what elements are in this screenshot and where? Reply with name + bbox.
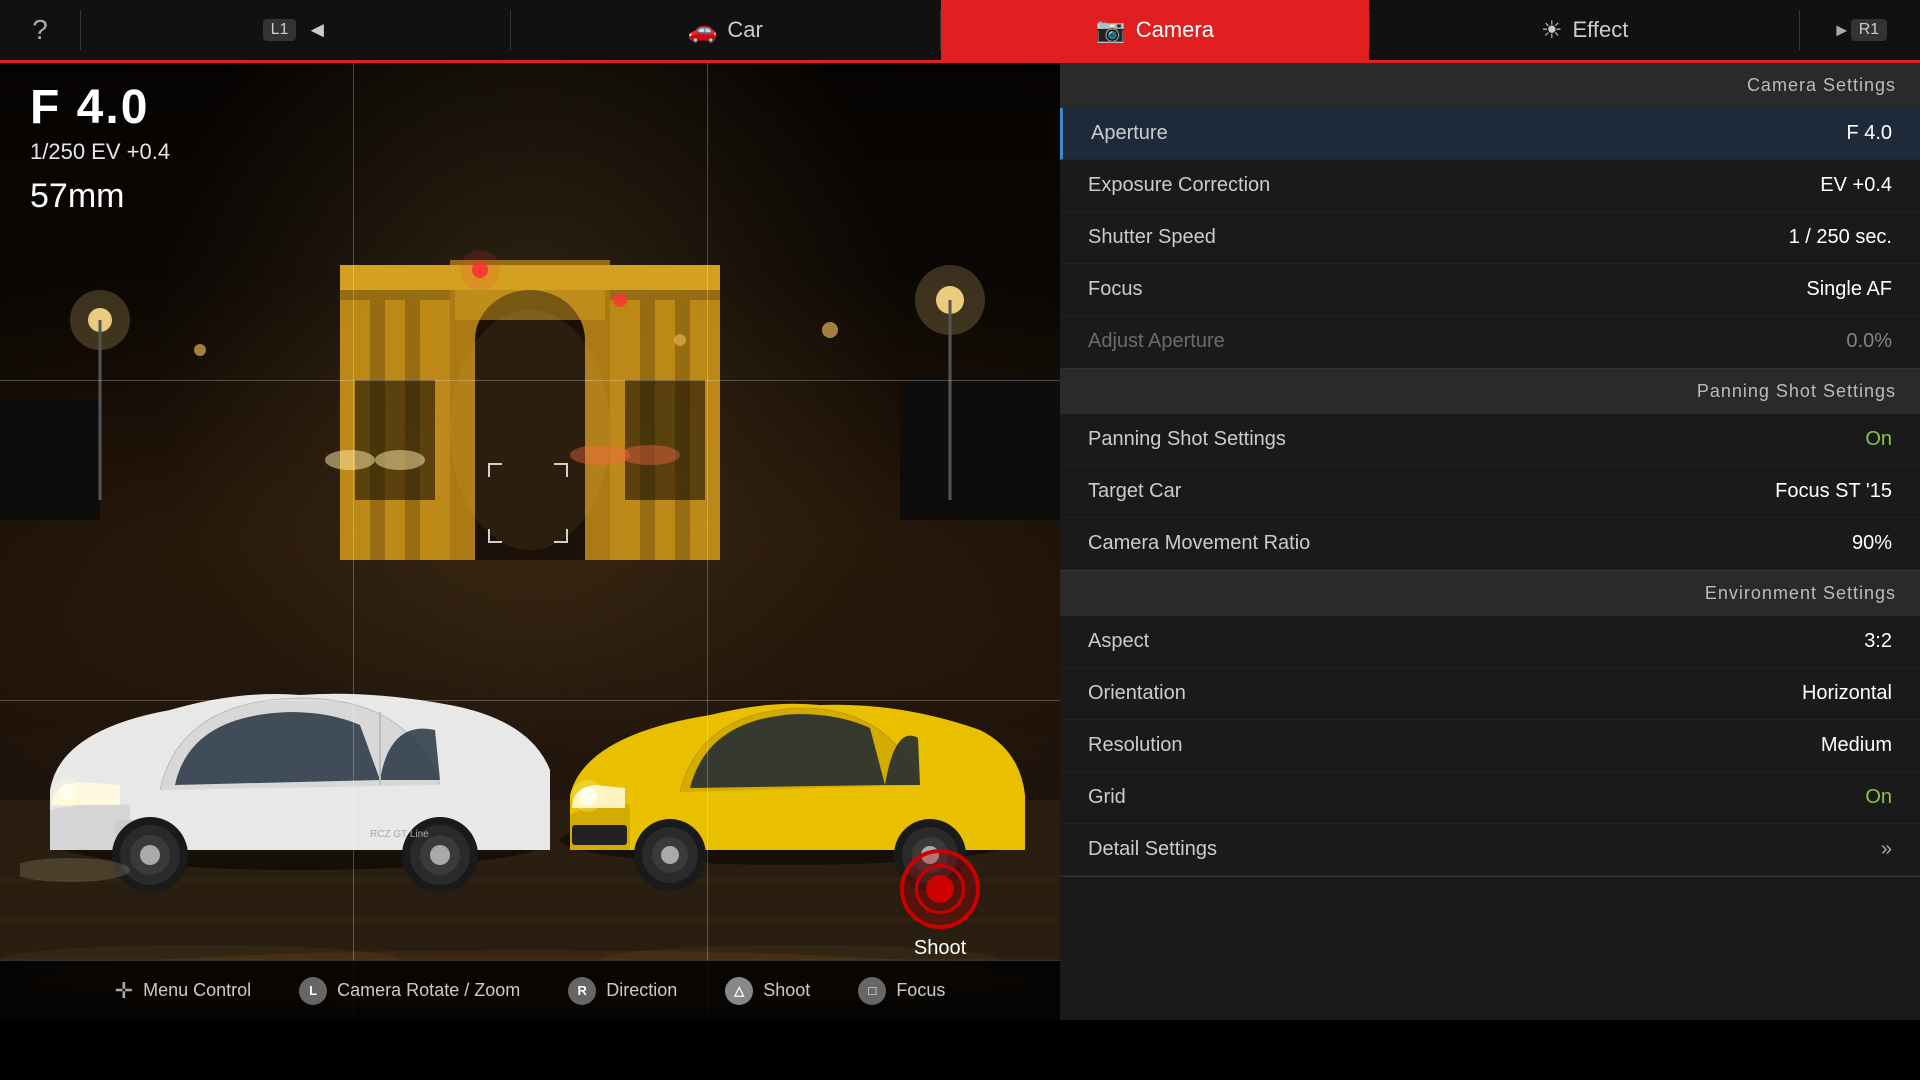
- help-icon: ?: [32, 14, 48, 46]
- panning-shot-row-label: Panning Shot Settings: [1088, 428, 1286, 451]
- aspect-row-label: Aspect: [1088, 630, 1149, 653]
- nav-item-effect[interactable]: ☀ Effect: [1370, 0, 1799, 60]
- bottom-item-direction: R Direction: [568, 977, 677, 1005]
- right-settings-panel: Camera Settings Aperture F 4.0 Exposure …: [1060, 60, 1920, 1020]
- shutter-speed-row-label: Shutter Speed: [1088, 226, 1216, 249]
- nav-item-car[interactable]: 🚗 Car: [511, 0, 940, 60]
- target-car-row[interactable]: Target Car Focus ST '15: [1060, 466, 1920, 518]
- aperture-row-label: Aperture: [1091, 122, 1168, 145]
- orientation-row-value: Horizontal: [1802, 682, 1892, 705]
- resolution-row-label: Resolution: [1088, 734, 1183, 757]
- orientation-row-label: Orientation: [1088, 682, 1186, 705]
- nav-item-camera[interactable]: 📷 Camera: [941, 0, 1370, 60]
- shoot-label: Shoot: [914, 937, 966, 960]
- bottom-item-menu-control: ✛ Menu Control: [115, 978, 252, 1004]
- adjust-aperture-row: Adjust Aperture 0.0%: [1060, 316, 1920, 368]
- l1-arrow-icon: ◄: [306, 17, 328, 43]
- l1-badge: L1: [263, 19, 297, 41]
- shoot-bottom-label: Shoot: [763, 980, 810, 1001]
- grid-row-value: On: [1865, 786, 1892, 809]
- adjust-aperture-row-value: 0.0%: [1846, 330, 1892, 353]
- white-car: RCZ GT Line: [20, 630, 580, 930]
- r1-arrow-icon: ►: [1833, 20, 1851, 41]
- focus-row-value: Single AF: [1806, 278, 1892, 301]
- grid-row[interactable]: Grid On: [1060, 772, 1920, 824]
- detail-settings-row[interactable]: Detail Settings »: [1060, 824, 1920, 876]
- shoot-button-inner: [915, 864, 965, 914]
- top-accent-line: [0, 60, 1920, 63]
- menu-control-label: Menu Control: [143, 980, 251, 1001]
- top-navigation: ? L1 ◄ 🚗 Car 📷 Camera ☀ Effect ► R1: [0, 0, 1920, 60]
- shutter-speed-row[interactable]: Shutter Speed 1 / 250 sec.: [1060, 212, 1920, 264]
- focus-label: Focus: [896, 980, 945, 1001]
- focus-row-label: Focus: [1088, 278, 1142, 301]
- nav-camera-label: Camera: [1136, 17, 1214, 43]
- svg-text:RCZ GT Line: RCZ GT Line: [370, 829, 429, 840]
- camera-movement-row-label: Camera Movement Ratio: [1088, 532, 1310, 555]
- adjust-aperture-row-label: Adjust Aperture: [1088, 330, 1225, 353]
- camera-rotate-label: Camera Rotate / Zoom: [337, 980, 520, 1001]
- aperture-row-value: F 4.0: [1846, 122, 1892, 145]
- detail-settings-row-label: Detail Settings: [1088, 838, 1217, 861]
- shutter-speed-row-value: 1 / 250 sec.: [1789, 226, 1892, 249]
- square-badge: □: [858, 977, 886, 1005]
- exposure-row[interactable]: Exposure Correction EV +0.4: [1060, 160, 1920, 212]
- environment-settings-section: Environment Settings Aspect 3:2 Orientat…: [1060, 571, 1920, 877]
- exposure-row-label: Exposure Correction: [1088, 174, 1270, 197]
- bottom-item-shoot: △ Shoot: [725, 977, 810, 1005]
- dpad-icon: ✛: [115, 978, 133, 1004]
- car-icon: 🚗: [687, 16, 717, 45]
- nav-car-label: Car: [727, 17, 762, 43]
- r-badge: R: [568, 977, 596, 1005]
- r1-badge: R1: [1851, 19, 1887, 41]
- detail-settings-arrow: »: [1881, 838, 1892, 861]
- shutter-ev-display: 1/250 EV +0.4: [30, 139, 170, 165]
- shoot-button[interactable]: [900, 849, 980, 929]
- camera-settings-header: Camera Settings: [1060, 63, 1920, 108]
- camera-settings-section: Camera Settings Aperture F 4.0 Exposure …: [1060, 63, 1920, 369]
- aperture-display: F 4.0: [30, 80, 170, 135]
- environment-settings-header: Environment Settings: [1060, 571, 1920, 616]
- target-car-row-label: Target Car: [1088, 480, 1181, 503]
- bottom-item-focus: □ Focus: [858, 977, 945, 1005]
- camera-movement-row-value: 90%: [1852, 532, 1892, 555]
- nav-r1-area: ► R1: [1800, 19, 1920, 41]
- grid-row-label: Grid: [1088, 786, 1126, 809]
- panning-shot-section: Panning Shot Settings Panning Shot Setti…: [1060, 369, 1920, 571]
- panning-shot-row-value: On: [1865, 428, 1892, 451]
- camera-movement-row[interactable]: Camera Movement Ratio 90%: [1060, 518, 1920, 570]
- panning-shot-header: Panning Shot Settings: [1060, 369, 1920, 414]
- triangle-badge: △: [725, 977, 753, 1005]
- shoot-button-dot: [926, 875, 954, 903]
- bottom-item-camera-rotate: L Camera Rotate / Zoom: [299, 977, 520, 1005]
- scene-viewport[interactable]: RCZ GT Line: [0, 60, 1060, 1020]
- camera-icon: 📷: [1096, 16, 1126, 45]
- focus-row[interactable]: Focus Single AF: [1060, 264, 1920, 316]
- nav-effect-label: Effect: [1572, 17, 1628, 43]
- aspect-row[interactable]: Aspect 3:2: [1060, 616, 1920, 668]
- exposure-row-value: EV +0.4: [1820, 174, 1892, 197]
- effect-icon: ☀: [1541, 16, 1563, 45]
- resolution-row-value: Medium: [1821, 734, 1892, 757]
- direction-label: Direction: [606, 980, 677, 1001]
- help-button[interactable]: ?: [0, 14, 80, 46]
- orientation-row[interactable]: Orientation Horizontal: [1060, 668, 1920, 720]
- aspect-row-value: 3:2: [1864, 630, 1892, 653]
- panning-shot-row[interactable]: Panning Shot Settings On: [1060, 414, 1920, 466]
- l-badge: L: [299, 977, 327, 1005]
- target-car-row-value: Focus ST '15: [1775, 480, 1892, 503]
- resolution-row[interactable]: Resolution Medium: [1060, 720, 1920, 772]
- shoot-button-container[interactable]: Shoot: [900, 849, 980, 960]
- aperture-row[interactable]: Aperture F 4.0: [1060, 108, 1920, 160]
- nav-item-l1[interactable]: L1 ◄: [81, 0, 510, 60]
- camera-info-overlay: F 4.0 1/250 EV +0.4 57mm: [30, 80, 170, 216]
- focal-length-display: 57mm: [30, 177, 170, 216]
- scene-bottom-bar: ✛ Menu Control L Camera Rotate / Zoom R …: [0, 960, 1060, 1020]
